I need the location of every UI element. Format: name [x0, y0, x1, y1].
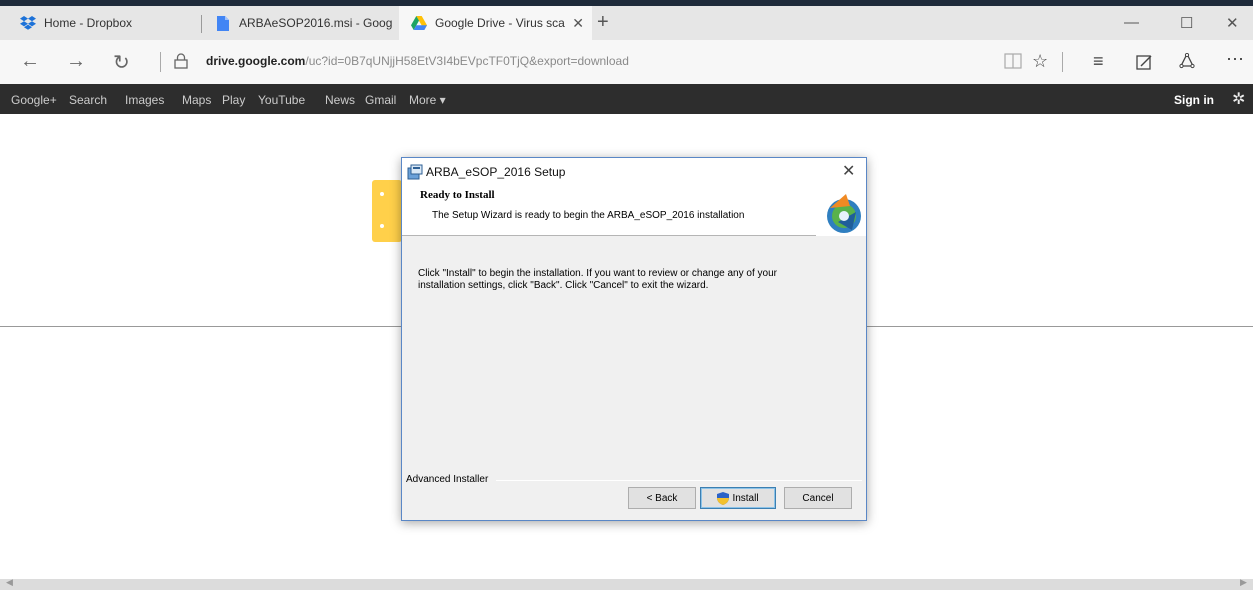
- nav-separator: [160, 52, 161, 72]
- tab-label: Home - Dropbox: [44, 16, 133, 30]
- scroll-right-icon[interactable]: ▶: [1240, 577, 1247, 588]
- header-title: Ready to Install: [420, 189, 495, 201]
- google-drive-icon: [411, 15, 427, 31]
- google-bar: Google+ Search Images Maps Play YouTube …: [0, 84, 1253, 114]
- play-link[interactable]: Play: [222, 93, 245, 107]
- gmail-link[interactable]: Gmail: [365, 93, 396, 107]
- reading-view-icon[interactable]: [1004, 53, 1022, 74]
- sign-in-button[interactable]: Sign in: [1174, 93, 1214, 107]
- horizontal-scrollbar[interactable]: ◀ ▶: [0, 577, 1253, 590]
- url-domain: drive.google.com: [206, 54, 306, 68]
- back-arrow-icon[interactable]: ←: [20, 50, 40, 73]
- tab-strip: Home - Dropbox ARBAeSOP2016.msi - Goog G…: [0, 6, 1253, 40]
- cancel-button[interactable]: Cancel: [784, 487, 852, 509]
- dialog-body-text: Click "Install" to begin the installatio…: [418, 268, 858, 292]
- news-link[interactable]: News: [325, 93, 355, 107]
- body-line-1: Click "Install" to begin the installatio…: [418, 268, 777, 279]
- body-line-2: installation settings, click "Back". Cli…: [418, 280, 709, 291]
- setup-dialog: ARBA_eSOP_2016 Setup ✕ Ready to Install …: [401, 157, 867, 521]
- google-plus-link[interactable]: Google+: [11, 93, 57, 107]
- new-tab-icon[interactable]: +: [597, 11, 609, 34]
- close-tab-icon[interactable]: ✕: [572, 15, 584, 32]
- refresh-icon[interactable]: ↻: [113, 50, 130, 75]
- scroll-left-icon[interactable]: ◀: [6, 577, 13, 588]
- favorite-star-icon[interactable]: ☆: [1032, 51, 1048, 72]
- tab-google-drive[interactable]: Google Drive - Virus sca ✕: [399, 6, 592, 40]
- install-button[interactable]: Install: [700, 487, 776, 509]
- tab-label: Google Drive - Virus sca: [435, 16, 565, 30]
- dialog-header: Ready to Install The Setup Wizard is rea…: [402, 186, 866, 236]
- back-button[interactable]: < Back: [628, 487, 696, 509]
- url-path: /uc?id=0B7qUNjjH58EtV3I4bEVpcTF0TjQ&expo…: [305, 54, 629, 68]
- web-note-icon[interactable]: [1136, 53, 1154, 76]
- toolbar-separator: [1062, 52, 1063, 72]
- dialog-close-icon[interactable]: ✕: [842, 161, 855, 181]
- tab-separator: [201, 15, 202, 33]
- minimize-icon[interactable]: —: [1124, 14, 1139, 31]
- address-bar: ← → ↻ drive.google.com/uc?id=0B7qUNjjH58…: [0, 40, 1253, 84]
- uac-shield-icon: [717, 491, 730, 505]
- header-subtitle: The Setup Wizard is ready to begin the A…: [432, 210, 745, 221]
- footer-divider: [496, 480, 862, 481]
- dialog-titlebar[interactable]: ARBA_eSOP_2016 Setup ✕: [402, 158, 866, 186]
- maximize-icon[interactable]: ☐: [1180, 14, 1193, 32]
- url-field[interactable]: drive.google.com/uc?id=0B7qUNjjH58EtV3I4…: [206, 54, 629, 68]
- dropbox-icon: [20, 15, 36, 31]
- share-icon[interactable]: [1179, 52, 1195, 74]
- cancel-button-label: Cancel: [802, 492, 834, 504]
- images-link[interactable]: Images: [125, 93, 164, 107]
- google-drive-logo: [372, 180, 402, 242]
- tab-home-dropbox[interactable]: Home - Dropbox: [8, 6, 198, 40]
- advanced-installer-label: Advanced Installer: [406, 474, 489, 485]
- tab-label: ARBAeSOP2016.msi - Goog: [239, 16, 393, 30]
- more-actions-icon[interactable]: ⋯: [1226, 49, 1244, 70]
- tab-arbaesop-msi[interactable]: ARBAeSOP2016.msi - Goog: [203, 6, 398, 40]
- more-menu[interactable]: More ▾: [409, 93, 446, 107]
- youtube-link[interactable]: YouTube: [258, 93, 305, 107]
- hub-icon[interactable]: ≡: [1093, 51, 1104, 72]
- google-docs-file-icon: [215, 15, 231, 31]
- maps-link[interactable]: Maps: [182, 93, 211, 107]
- gear-icon[interactable]: ✲: [1232, 89, 1245, 109]
- install-button-label: Install: [732, 492, 759, 504]
- installer-app-icon: [407, 164, 423, 180]
- installer-logo-icon: [816, 186, 866, 236]
- lock-icon: [174, 53, 188, 74]
- close-window-icon[interactable]: ✕: [1226, 14, 1239, 32]
- back-button-label: < Back: [646, 492, 678, 504]
- dialog-title: ARBA_eSOP_2016 Setup: [426, 165, 566, 179]
- forward-arrow-icon[interactable]: →: [66, 50, 86, 73]
- search-link[interactable]: Search: [69, 93, 107, 107]
